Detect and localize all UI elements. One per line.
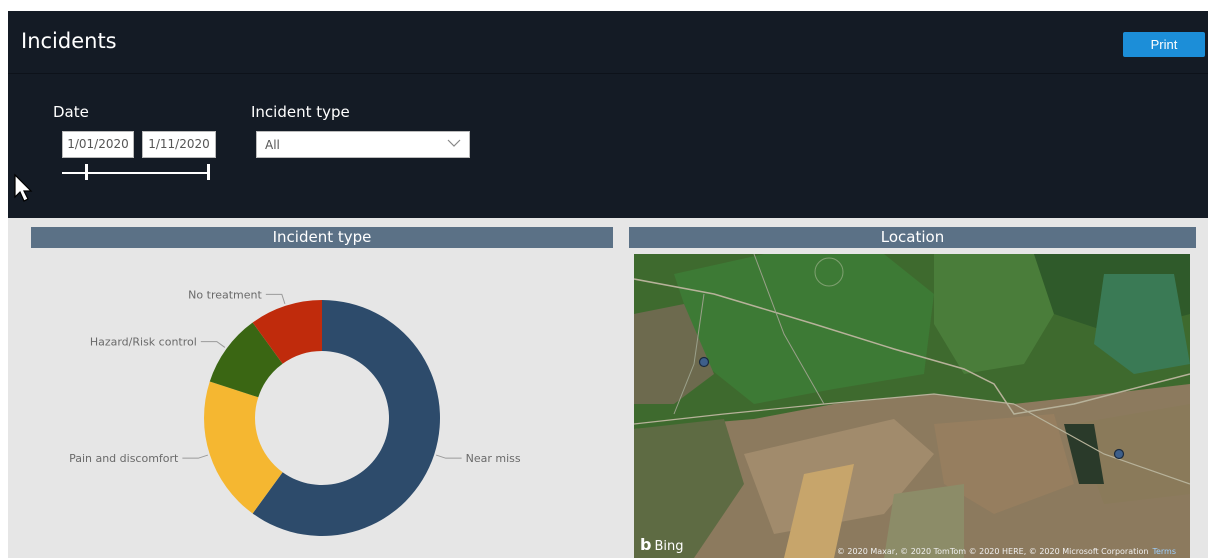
donut-leader-line xyxy=(265,293,286,305)
print-button[interactable]: Print xyxy=(1123,32,1205,57)
incident-type-panel-title: Incident type xyxy=(31,227,613,248)
donut-label: Pain and discomfort xyxy=(69,452,179,465)
donut-leader-line xyxy=(182,454,209,459)
donut-leader-line xyxy=(200,341,226,348)
filter-bar: Date 1/01/2020 1/11/2020 Incident type A… xyxy=(8,73,1208,218)
location-panel-title: Location xyxy=(629,227,1196,248)
map-attribution: © 2020 Maxar, © 2020 TomTom © 2020 HERE,… xyxy=(836,547,1176,556)
date-filter-label: Date xyxy=(53,103,89,121)
date-start-input[interactable]: 1/01/2020 xyxy=(62,131,134,158)
date-slider-end-handle[interactable] xyxy=(207,164,210,180)
date-slider-start-handle[interactable] xyxy=(85,164,88,180)
mouse-cursor-icon xyxy=(14,173,33,202)
donut-label: Near miss xyxy=(466,452,521,465)
donut-leader-line xyxy=(435,454,462,459)
date-end-input[interactable]: 1/11/2020 xyxy=(142,131,216,158)
incident-type-dropdown-value: All xyxy=(265,138,280,152)
incident-type-dropdown[interactable]: All xyxy=(256,131,470,158)
page-title: Incidents xyxy=(21,29,117,53)
bing-logo: b Bing xyxy=(640,535,684,554)
report-header: Incidents Print xyxy=(8,11,1208,73)
donut-label: No treatment xyxy=(188,288,262,301)
satellite-imagery xyxy=(634,254,1190,558)
donut-label: Hazard/Risk control xyxy=(90,336,197,349)
location-map[interactable]: b Bing © 2020 Maxar, © 2020 TomTom © 2020… xyxy=(634,254,1190,558)
incident-location-marker[interactable] xyxy=(698,356,710,368)
chevron-down-icon xyxy=(447,139,461,147)
incident-location-marker[interactable] xyxy=(1113,448,1125,460)
incident-type-filter-label: Incident type xyxy=(251,103,350,121)
report-canvas: Incidents Print Date 1/01/2020 1/11/2020… xyxy=(8,11,1208,558)
incident-type-donut-chart: Near miss Pain and discomfort Hazard/Risk … xyxy=(8,251,618,558)
donut-svg: Near miss Pain and discomfort Hazard/Risk … xyxy=(69,288,521,536)
map-terms-link[interactable]: Terms xyxy=(1152,547,1176,556)
